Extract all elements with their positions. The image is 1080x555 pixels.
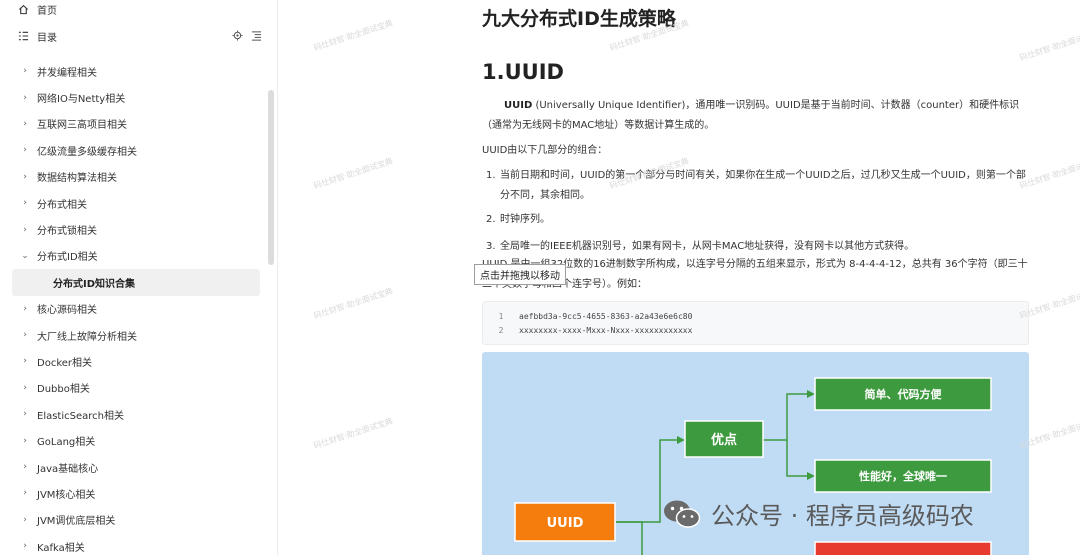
sidebar-item-label: JVM核心相关	[37, 489, 96, 501]
sidebar-item[interactable]: › 分布式锁相关	[0, 216, 270, 242]
sidebar-item[interactable]: › 网络IO与Netty相关	[0, 84, 270, 110]
chevron-right-icon: ›	[23, 145, 27, 156]
chevron-right-icon: ›	[23, 92, 27, 103]
chevron-right-icon: ›	[23, 514, 27, 525]
sidebar-item-label: 大厂线上故障分析相关	[37, 331, 137, 343]
chevron-down-icon: ⌄	[21, 250, 29, 261]
sidebar-item[interactable]: › 亿级流量多级缓存相关	[0, 137, 270, 163]
composition-paragraph: UUID由以下几部分的组合：	[482, 145, 608, 156]
sidebar-item[interactable]: › ElasticSearch相关	[0, 401, 270, 427]
chevron-right-icon: ›	[23, 356, 27, 367]
chevron-right-icon: ›	[23, 462, 27, 473]
watermark: 码仕财智·助全面试宝典	[1018, 28, 1080, 63]
sidebar-item[interactable]: › Kafka相关	[0, 533, 270, 555]
sidebar-item-label: 并发编程相关	[37, 67, 97, 79]
toc-list-icon	[18, 31, 29, 41]
wechat-label: 公众号 · 程序员高级码农	[711, 502, 974, 530]
sidebar-item[interactable]: › 并发编程相关	[0, 58, 270, 84]
sidebar-item[interactable]: › JVM调优底层相关	[0, 507, 270, 533]
code-line: 2 xxxxxxxx-xxxx-Mxxx-Nxxx-xxxxxxxxxxxx	[498, 325, 693, 335]
sidebar-item-label: 数据结构算法相关	[37, 173, 117, 185]
sidebar-item-label: 互联网三高项目相关	[37, 120, 127, 132]
list-item: 3. 全局唯一的IEEE机器识别号，如果有网卡，从网卡MAC地址获得，没有网卡以其…	[486, 241, 915, 252]
chevron-right-icon: ›	[23, 330, 27, 341]
sidebar-item[interactable]: › Dubbo相关	[0, 375, 270, 401]
toc-label: 目录	[37, 32, 57, 44]
locate-icon[interactable]	[232, 30, 243, 41]
sidebar-item-label: Java基础核心	[37, 463, 99, 475]
sidebar-scrollbar[interactable]	[268, 90, 274, 265]
home-icon	[18, 4, 29, 14]
chevron-right-icon: ›	[23, 171, 27, 182]
root-node-label: UUID	[547, 516, 584, 531]
chevron-right-icon: ›	[23, 382, 27, 393]
sidebar-item-label: Dubbo相关	[37, 384, 90, 396]
home-link[interactable]: 首页	[18, 0, 57, 18]
sidebar-item-label: 亿级流量多级缓存相关	[37, 146, 137, 158]
sidebar-item-label: 网络IO与Netty相关	[37, 94, 126, 106]
sidebar-item-label: ElasticSearch相关	[37, 410, 124, 422]
wechat-account-overlay: 公众号 · 程序员高级码农	[663, 496, 974, 531]
sidebar-item[interactable]: › Docker相关	[0, 348, 270, 374]
uuid-bold-term: UUID	[504, 100, 533, 111]
pros-node-label: 优点	[711, 432, 737, 448]
code-block[interactable]: 1 aefbbd3a-9cc5-4655-8363-a2a43e6e6c80 2x…	[482, 301, 1029, 345]
sidebar-item[interactable]: › 数据结构算法相关	[0, 164, 270, 190]
home-label: 首页	[37, 5, 57, 17]
intro-paragraph: UUID (Universally Unique Identifier)，通用唯…	[482, 96, 1030, 136]
intro-text: (Universally Unique Identifier)，通用唯一识别码。…	[482, 100, 1020, 131]
code-line: 1 aefbbd3a-9cc5-4655-8363-a2a43e6e6c80	[498, 311, 693, 321]
chevron-right-icon: ›	[23, 198, 27, 209]
sidebar-item-label: 核心源码相关	[37, 305, 97, 317]
collapse-toc-icon[interactable]	[251, 30, 262, 41]
watermark: 码仕财智·助全面试宝典	[312, 18, 394, 53]
sidebar-item[interactable]: › 核心源码相关	[0, 296, 270, 322]
sidebar-item-label: JVM调优底层相关	[37, 516, 116, 528]
nav-list: › 并发编程相关 › 网络IO与Netty相关 › 互联网三高项目相关 › 亿级流量多级缓存相…	[0, 58, 270, 555]
sidebar-item[interactable]: › JVM核心相关	[0, 480, 270, 506]
sidebar-item[interactable]: › Java基础核心	[0, 454, 270, 480]
sidebar-item-label: 分布式锁相关	[37, 226, 97, 238]
composition-list: 1. 当前日期和时间，UUID的第一个部分与时间有关，如果你在生成一个UUID之后…	[486, 166, 1032, 257]
watermark: 码仕财智·助全面试宝典	[312, 156, 394, 191]
sidebar: 首页 目录 › 并发编程相关 › 网络IO与Netty相关 › 互联网三高项目相关 › 亿级流…	[0, 0, 278, 555]
chevron-right-icon: ›	[23, 541, 27, 552]
sidebar-item[interactable]: › 互联网三高项目相关	[0, 111, 270, 137]
leaf-node-performance-label: 性能好，全球唯一	[859, 469, 947, 483]
chevron-right-icon: ›	[23, 224, 27, 235]
chevron-right-icon: ›	[23, 118, 27, 129]
toc-header: 目录	[18, 27, 268, 45]
cons-leaf-partial	[814, 541, 992, 555]
section-heading: 1.UUID	[482, 60, 564, 84]
sidebar-item[interactable]: › 分布式相关	[0, 190, 270, 216]
drag-tooltip: 点击并拖拽以移动	[474, 264, 566, 285]
sidebar-item-label: Docker相关	[37, 357, 93, 369]
watermark: 码仕财智·助全面试宝典	[312, 286, 394, 321]
main-content: 九大分布式ID生成策略 1.UUID UUID (Universally Uni…	[278, 0, 1080, 555]
chevron-right-icon: ›	[23, 488, 27, 499]
chevron-right-icon: ›	[23, 303, 27, 314]
watermark: 码仕财智·助全面试宝典	[312, 416, 394, 451]
sidebar-item[interactable]: 分布式ID知识合集	[12, 269, 260, 296]
leaf-node-simple-label: 简单、代码方便	[865, 387, 943, 401]
sidebar-item-label: Kafka相关	[37, 542, 85, 554]
list-item: 1. 当前日期和时间，UUID的第一个部分与时间有关，如果你在生成一个UUID之后…	[486, 170, 1026, 201]
sidebar-item[interactable]: ⌄ 分布式ID相关	[0, 243, 270, 269]
sidebar-item[interactable]: › 大厂线上故障分析相关	[0, 322, 270, 348]
sidebar-item-label: 分布式ID相关	[37, 252, 98, 264]
sidebar-item-label: 分布式相关	[37, 199, 87, 211]
sidebar-item-label: 分布式ID知识合集	[53, 278, 136, 290]
sidebar-item[interactable]: › GoLang相关	[0, 427, 270, 453]
list-item: 2. 时钟序列。	[486, 214, 550, 225]
chevron-right-icon: ›	[23, 66, 27, 77]
sidebar-item-label: GoLang相关	[37, 437, 96, 449]
wechat-icon	[664, 500, 701, 528]
article-title: 九大分布式ID生成策略	[482, 8, 676, 30]
chevron-right-icon: ›	[23, 435, 27, 446]
chevron-right-icon: ›	[23, 409, 27, 420]
